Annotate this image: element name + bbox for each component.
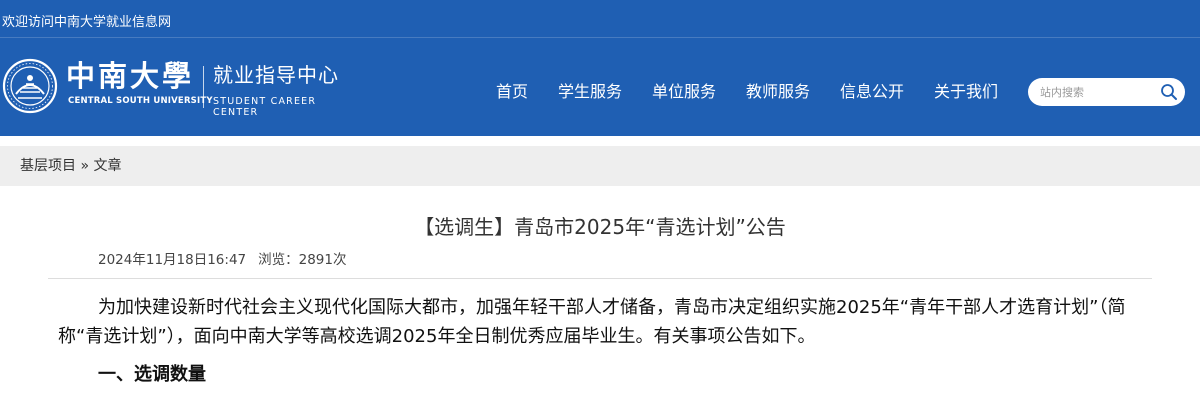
center-name-en: STUDENT CAREER CENTER: [213, 96, 317, 118]
breadcrumb-bar: 基层项目 » 文章: [0, 146, 1200, 186]
header-divider: [0, 37, 1200, 38]
school-name-en: CENTRAL SOUTH UNIVERSITY: [68, 96, 213, 106]
article-meta: 2024年11月18日16:47 浏览：2891次: [98, 250, 346, 270]
article-title: 【选调生】青岛市2025年“青选计划”公告: [414, 215, 786, 239]
nav-item-home[interactable]: 首页: [496, 70, 528, 114]
nav-item-about-us[interactable]: 关于我们: [934, 70, 998, 114]
nav-item-teacher-services[interactable]: 教师服务: [746, 70, 810, 114]
university-emblem-icon: [2, 58, 58, 114]
search-box: [1028, 78, 1185, 106]
breadcrumb-item-grassroots-projects[interactable]: 基层项目: [20, 158, 76, 174]
school-name-cn: 中南大學: [66, 59, 195, 93]
center-name-cn: 就业指导中心: [213, 63, 339, 87]
nav-item-employer-services[interactable]: 单位服务: [652, 70, 716, 114]
logo-divider: [203, 66, 204, 108]
breadcrumb: 基层项目 » 文章: [20, 146, 121, 186]
article-date: 2024年11月18日16:47: [98, 252, 247, 268]
site-logo[interactable]: 中南大學 CENTRAL SOUTH UNIVERSITY 就业指导中心 STU…: [2, 58, 352, 118]
nav-item-information-disclosure[interactable]: 信息公开: [840, 70, 904, 114]
breadcrumb-item-article: 文章: [93, 158, 122, 174]
section-heading: 一、选调数量: [98, 364, 206, 385]
title-separator: [48, 278, 1152, 279]
article-paragraph: 为加快建设新时代社会主义现代化国际大都市，加强年轻干部人才储备，青岛市决定组织实…: [58, 297, 1126, 347]
search-icon[interactable]: [1160, 83, 1178, 101]
breadcrumb-separator: »: [80, 158, 90, 174]
welcome-text: 欢迎访问中南大学就业信息网: [2, 15, 172, 30]
search-input[interactable]: [1040, 82, 1155, 102]
site-header: 欢迎访问中南大学就业信息网 中南大學 CENTRAL SOUTH UNIVERS…: [0, 0, 1200, 136]
article-views: 浏览：2891次: [258, 252, 347, 268]
nav-item-student-services[interactable]: 学生服务: [558, 70, 622, 114]
